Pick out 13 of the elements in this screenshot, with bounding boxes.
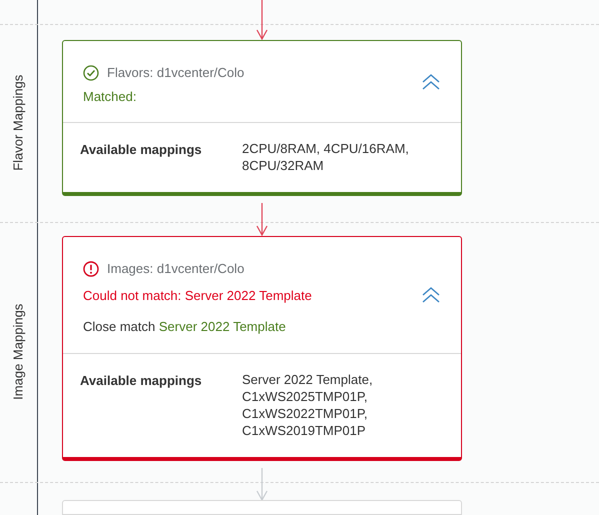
- field-value: Server 2022 Template, C1xWS2025TMP01P, C1xWS2022TMP01P, C1xWS2019TMP01P: [242, 370, 374, 438]
- match-status: Matched:: [83, 88, 138, 106]
- double-chevron-up-icon: [422, 286, 440, 302]
- close-match-text: Close match Server 2022 Template: [83, 318, 287, 336]
- card-title: Images: d1vcenter/Colo: [107, 260, 244, 278]
- field-label: Available mappings: [80, 372, 203, 390]
- section-label: Flavor Mappings: [10, 74, 27, 172]
- error-message: Could not match: Server 2022 Template: [83, 286, 313, 305]
- double-chevron-up-icon: [422, 74, 440, 90]
- field-label: Available mappings: [80, 141, 203, 159]
- card-title: Flavors: d1vcenter/Colo: [107, 64, 244, 82]
- field-value: 2CPU/8RAM, 4CPU/16RAM, 8CPU/32RAM: [242, 140, 410, 174]
- section-label: Image Mappings: [10, 304, 27, 400]
